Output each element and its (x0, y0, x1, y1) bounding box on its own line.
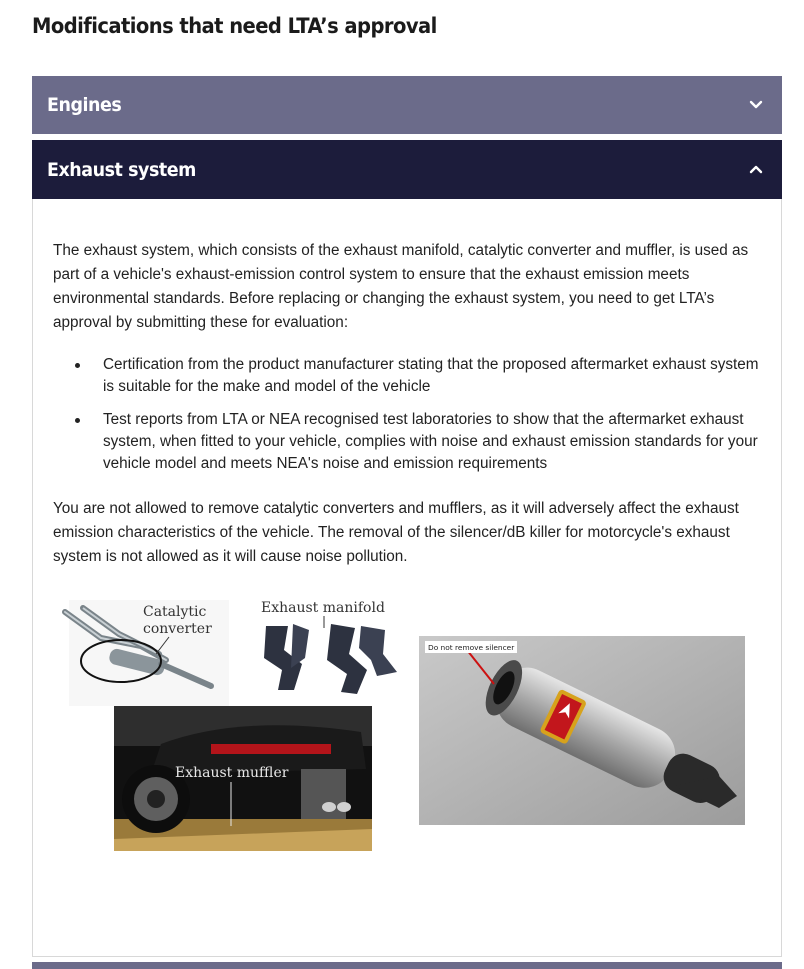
requirements-list: Certification from the product manufactu… (53, 354, 765, 486)
list-item: Test reports from LTA or NEA recognised … (53, 409, 765, 475)
exhaust-muffler-image: Exhaust muffler (114, 706, 372, 851)
accordion-label-engines: Engines (47, 94, 122, 116)
intro-paragraph: The exhaust system, which consists of th… (53, 242, 749, 331)
accordion-panel-exhaust-system: The exhaust system, which consists of th… (32, 199, 782, 957)
svg-text:converter: converter (143, 621, 212, 637)
motorcycle-silencer-image: Do not remove silencer (419, 636, 745, 825)
svg-text:Catalytic: Catalytic (143, 604, 207, 620)
accordion-header-engines[interactable]: Engines (32, 76, 782, 134)
warning-paragraph: You are not allowed to remove catalytic … (53, 500, 739, 565)
accordion-header-exhaust-system[interactable]: Exhaust system (32, 140, 782, 199)
svg-text:Exhaust muffler: Exhaust muffler (175, 765, 289, 781)
page-title: Modifications that need LTA’s approval (32, 14, 437, 38)
chevron-up-icon (749, 165, 763, 174)
list-item: Certification from the product manufactu… (53, 354, 765, 398)
chevron-down-icon (749, 100, 763, 109)
catalytic-converter-image: Catalytic converter (62, 600, 229, 706)
accordion-label-exhaust-system: Exhaust system (47, 158, 196, 181)
svg-text:Exhaust manifold: Exhaust manifold (261, 600, 385, 616)
svg-text:Do not remove silencer: Do not remove silencer (428, 643, 515, 652)
list-item-text: Certification from the product manufactu… (103, 356, 759, 395)
exhaust-manifold-image: Exhaust manifold (261, 600, 397, 694)
list-item-text: Test reports from LTA or NEA recognised … (103, 411, 758, 472)
exhaust-components-image: Catalytic converter Exhaust manifold Exh… (62, 600, 397, 851)
accordion-header-next[interactable] (32, 962, 782, 969)
bullet-icon (75, 418, 80, 423)
bullet-icon (75, 363, 80, 368)
